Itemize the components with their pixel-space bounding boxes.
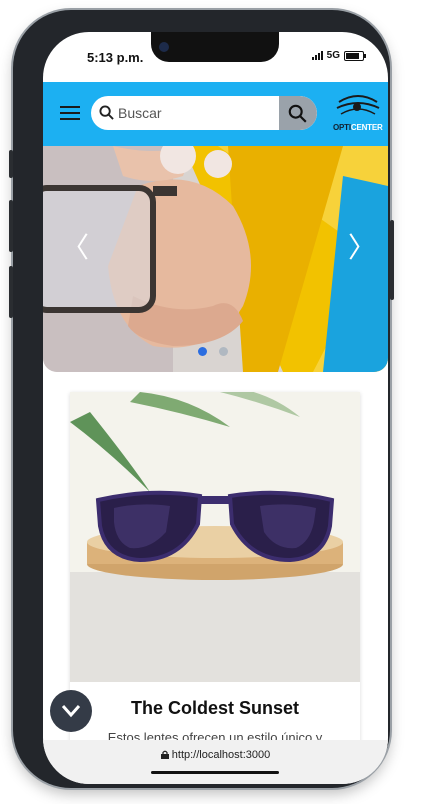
power-button	[390, 220, 394, 300]
scroll-down-button[interactable]	[50, 690, 92, 732]
product-card[interactable]: The Coldest Sunset Estos lentes ofrecen …	[70, 392, 360, 752]
carousel-prev-button[interactable]: 〈	[61, 226, 89, 266]
notch	[151, 32, 279, 62]
phone-frame: 5:13 p.m. 5G Buscar OPTICENTER 〈 〉 The C…	[13, 10, 390, 788]
opticenter-logo[interactable]: OPTICENTER	[333, 92, 383, 138]
search-icon	[99, 105, 114, 120]
url-text: http://localhost:3000	[171, 749, 271, 761]
status-time: 5:13 p.m.	[87, 50, 144, 65]
carousel-dot-2[interactable]	[219, 347, 228, 356]
volume-up-button	[9, 200, 13, 252]
browser-url-bar: http://localhost:3000	[43, 740, 388, 784]
search-bar	[91, 96, 317, 130]
logo-text: OPTICENTER	[333, 123, 383, 132]
search-button[interactable]	[279, 96, 317, 130]
product-image	[70, 392, 360, 682]
search-input[interactable]	[118, 102, 268, 124]
banner-carousel: 〈 〉	[43, 146, 388, 372]
status-indicators: 5G	[311, 50, 366, 61]
chevron-down-icon	[61, 705, 81, 718]
carousel-next-button[interactable]: 〉	[348, 226, 376, 266]
signal-icon	[311, 51, 323, 60]
hamburger-menu-icon[interactable]	[60, 106, 80, 120]
url-display[interactable]: http://localhost:3000	[43, 749, 388, 761]
battery-icon	[344, 50, 366, 61]
carousel-dot-1[interactable]	[198, 347, 207, 356]
network-label: 5G	[326, 50, 340, 61]
product-title: The Coldest Sunset	[130, 698, 300, 718]
lock-icon	[160, 750, 169, 759]
mute-switch	[9, 150, 13, 178]
search-icon	[288, 104, 307, 123]
eye-logo-icon	[336, 95, 380, 115]
volume-down-button	[9, 266, 13, 318]
app-header: OPTICENTER	[43, 82, 388, 146]
camera-icon	[159, 42, 169, 52]
home-indicator[interactable]	[151, 771, 279, 774]
banner-image	[43, 146, 388, 372]
carousel-indicators	[198, 347, 228, 356]
phone-screen: 5:13 p.m. 5G Buscar OPTICENTER 〈 〉 The C…	[43, 32, 388, 784]
